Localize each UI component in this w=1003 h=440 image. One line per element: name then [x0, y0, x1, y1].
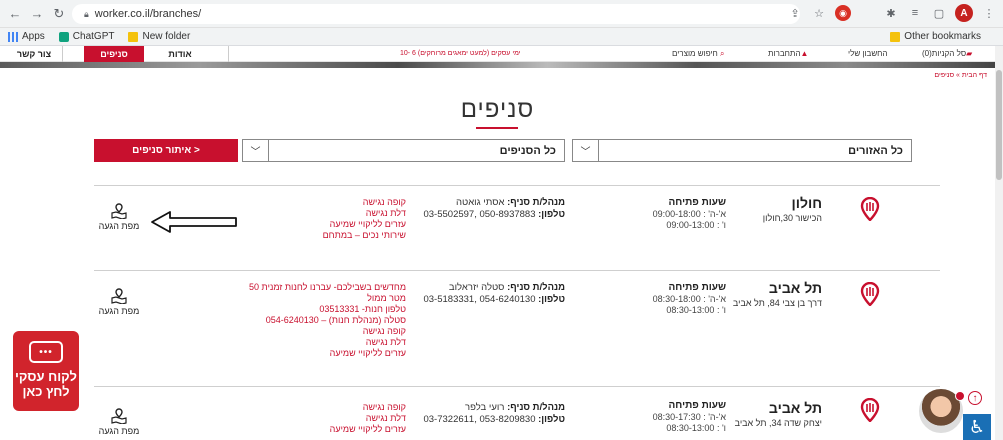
find-branches-button[interactable]: איתור סניפים > — [94, 139, 238, 162]
branch-phone: טלפון: 050-8937883 ,03-5502597 — [423, 209, 565, 220]
chevron-down-icon: ﹀ — [573, 140, 599, 161]
divider — [228, 46, 229, 62]
promo-text: 10- 6 ימי עסקים (למעט ימאגים מרוחקים) — [400, 50, 521, 57]
map-link[interactable]: מפת הגעה — [94, 203, 144, 231]
folder-icon — [128, 31, 139, 42]
hours-title: שעות פתיחה — [668, 400, 726, 411]
row-divider — [94, 386, 940, 387]
branch-manager: מנהל/ת סניף: אסתי גואטה — [455, 197, 565, 208]
branch-address: דרך בן צבי 84, תל אביב — [732, 298, 822, 308]
hours-friday: ו' : 09:00-13:00 — [666, 220, 726, 230]
hours-title: שעות פתיחה — [668, 282, 726, 293]
extension-blue-icon[interactable] — [859, 5, 875, 21]
branch-address: יצחק שדה 34, תל אביב — [734, 418, 822, 428]
chevron-down-icon: ﹀ — [243, 140, 269, 161]
account-link[interactable]: החשבון שלי — [848, 49, 888, 58]
lock-icon: 🔒︎ — [84, 8, 89, 19]
notification-dot — [955, 391, 965, 401]
branch-phone: טלפון: 054-6240130 ,03-5183331 — [423, 294, 565, 305]
menu-icon[interactable]: ⋮ — [981, 5, 997, 21]
puzzle-icon[interactable]: ✱ — [883, 5, 899, 21]
reload-icon[interactable]: ↻ — [50, 5, 68, 23]
branch-manager: מנהל/ת סניף: רועי בלפר — [465, 402, 565, 413]
hours-weekdays: א'-ה' : 08:30-18:00 — [652, 294, 726, 304]
hours-title: שעות פתיחה — [668, 197, 726, 208]
hours-friday: ו' : 08:30-13:00 — [666, 423, 726, 433]
profile-avatar[interactable]: A — [955, 4, 973, 22]
star-icon[interactable]: ☆ — [811, 5, 827, 21]
url-text: worker.co.il/branches/ — [94, 8, 202, 20]
location-pin-icon — [860, 398, 880, 422]
branch-services: מחדשים בשבילכם- עברנו לחנות זמנית 50 מטר… — [249, 282, 406, 358]
extension-icon[interactable]: ◉ — [835, 5, 851, 21]
branch-city: תל אביב — [768, 400, 822, 416]
reading-list-icon[interactable]: ≡ — [907, 5, 923, 21]
region-select[interactable]: ﹀ כל האזורים — [572, 139, 912, 162]
other-bookmarks[interactable]: Other bookmarks — [890, 31, 981, 42]
banner-strip — [0, 62, 995, 68]
branch-phone: טלפון: 053-8209830 ,03-7322611 — [423, 414, 565, 425]
scrollbar-thumb[interactable] — [996, 70, 1002, 180]
hours-weekdays: א'-ה' : 08:30-17:30 — [652, 412, 726, 422]
bookmark-apps[interactable]: Apps — [8, 31, 45, 42]
hours-friday: ו' : 08:30-13:00 — [666, 305, 726, 315]
address-bar[interactable]: 🔒︎ worker.co.il/branches/ — [72, 4, 800, 24]
bookmark-new-folder[interactable]: New folder — [128, 31, 190, 42]
branch-services: קופה נגישה דלת נגישה עזרים לליקויי שמיעה — [329, 402, 406, 434]
map-icon — [111, 288, 127, 304]
map-link[interactable]: מפת הגעה — [94, 408, 144, 436]
tab-about[interactable]: אודות — [150, 46, 210, 62]
branch-select[interactable]: ﹀ כל הסניפים — [242, 139, 565, 162]
location-pin-icon — [860, 282, 880, 306]
accessibility-icon[interactable]: ♿︎ — [963, 414, 991, 440]
row-divider — [94, 270, 940, 271]
page-title: סניפים — [460, 96, 535, 123]
branch-manager: מנהל/ת סניף: סטלה יזראלוב — [448, 282, 565, 293]
tab-contact[interactable]: צור קשר — [8, 46, 60, 62]
login-link[interactable]: התחברות▲ — [768, 49, 808, 58]
divider — [62, 46, 63, 62]
branch-services: קופה נגישה דלת נגישה עזרים לליקויי שמיעה… — [322, 197, 406, 240]
back-icon[interactable]: ← — [6, 5, 24, 23]
user-icon: ▲ — [800, 49, 809, 58]
hours-weekdays: א'-ה' : 09:00-18:00 — [652, 209, 726, 219]
map-icon — [111, 203, 127, 219]
branch-city: חולון — [791, 195, 822, 211]
cart-link[interactable]: סל הקניות(0)▰ — [922, 49, 972, 58]
breadcrumb[interactable]: דף הבית » סניפים — [934, 72, 987, 79]
branch-city: תל אביב — [768, 280, 822, 296]
location-pin-icon — [860, 197, 880, 221]
annotation-arrow-icon — [151, 211, 237, 233]
search-icon: ⌕ — [717, 49, 725, 58]
apps-icon — [8, 31, 18, 42]
chat-bubble-icon: ••• — [29, 341, 63, 363]
branch-row: תל אביב יצחק שדה 34, תל אביב שעות פתיחה … — [94, 396, 940, 440]
side-panel-icon[interactable]: ▢ — [931, 5, 947, 21]
browser-toolbar: ← → ↻ 🔒︎ worker.co.il/branches/ ⇪ ☆ ◉ ✱ … — [0, 0, 1003, 28]
map-link[interactable]: מפת הגעה — [94, 288, 144, 316]
chatgpt-icon — [58, 31, 69, 42]
tab-branches[interactable]: סניפים — [84, 46, 144, 62]
title-underline — [476, 127, 518, 129]
map-icon — [111, 408, 127, 424]
cart-icon: ▰ — [966, 49, 973, 58]
region-select-value: כל האזורים — [848, 144, 903, 157]
scroll-top-icon[interactable]: ↑ — [968, 391, 982, 405]
search-products-link[interactable]: חיפוש מוצרים ⌕ — [672, 49, 724, 59]
bookmarks-bar: Apps ChatGPT New folder Other bookmarks — [0, 28, 1003, 46]
branch-address: הכישור 30,חולון — [762, 213, 822, 223]
site-header: צור קשר סניפים אודות 10- 6 ימי עסקים (למ… — [0, 46, 1003, 62]
forward-icon[interactable]: → — [28, 5, 46, 23]
folder-icon — [890, 31, 901, 42]
business-customer-widget[interactable]: ••• לקוח עסקי לחץ כאן — [13, 331, 79, 411]
branch-row: תל אביב דרך בן צבי 84, תל אביב שעות פתיח… — [94, 280, 940, 380]
row-divider — [94, 185, 940, 186]
branch-select-value: כל הסניפים — [499, 144, 556, 157]
share-icon[interactable]: ⇪ — [787, 5, 803, 21]
bookmark-chatgpt[interactable]: ChatGPT — [58, 31, 114, 42]
